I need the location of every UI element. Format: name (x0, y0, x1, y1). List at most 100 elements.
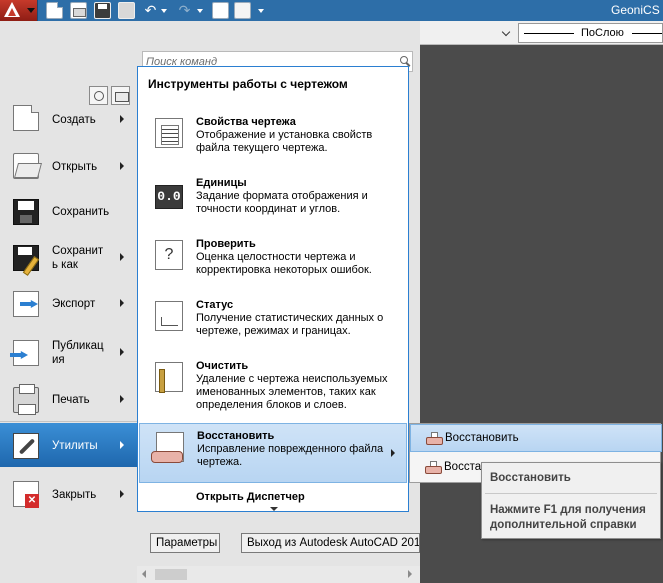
submenu-item-name: Проверить (196, 238, 256, 250)
menu-item-label: Закрыть (52, 489, 97, 501)
menu-item-label: Утилиты (52, 440, 98, 452)
purge-icon (155, 362, 183, 393)
customize-toolbar-dropdown-icon[interactable] (257, 2, 265, 19)
new-icon[interactable] (46, 2, 63, 19)
chevron-right-icon (120, 253, 124, 261)
export-icon (13, 291, 39, 317)
open-icon[interactable] (70, 2, 87, 19)
redo-dropdown-icon[interactable] (196, 2, 204, 19)
menu-item-label: Открыть (52, 161, 98, 173)
save-as-icon (13, 245, 39, 271)
recover-icon (425, 461, 442, 475)
tooltip-divider (485, 493, 657, 494)
tooltip-title: Восстановить (490, 472, 571, 484)
application-menu-button[interactable] (0, 0, 38, 21)
submenu-item-desc: Удаление с чертежа неиспользуемых именов… (196, 373, 388, 411)
submenu-item-name: Свойства чертежа (196, 116, 296, 128)
redo-icon[interactable]: ↷ (176, 2, 193, 19)
chevron-down-icon[interactable] (500, 26, 514, 40)
menu-item-save-as[interactable]: Сохранит ь как (0, 235, 137, 279)
submenu-item-name: Статус (196, 299, 234, 311)
chevron-right-icon (391, 449, 395, 457)
submenu-item-name: Очистить (196, 360, 249, 372)
quick-access-toolbar: ↶ ↷ GeoniCS 2 (0, 0, 663, 21)
flyout-item-recover[interactable]: Восстановить (410, 424, 662, 452)
wrench-icon (13, 433, 39, 459)
menu-item-label: Публикац ия (52, 340, 104, 366)
submenu-item-name: Единицы (196, 177, 247, 189)
menu-item-publish[interactable]: Публикац ия (0, 330, 137, 374)
utilities-submenu: Инструменты работы с чертежом Свойства ч… (137, 66, 409, 512)
submenu-item-status[interactable]: Статус Получение статистических данных о… (139, 293, 407, 353)
scroll-left-icon[interactable] (142, 570, 146, 578)
units-icon: 0.0 (155, 185, 183, 209)
menu-item-label: Создать (52, 114, 96, 126)
submenu-title: Инструменты работы с чертежом (148, 77, 348, 91)
menu-item-utilities[interactable]: Утилиты (0, 423, 137, 467)
open-folder-icon (13, 153, 39, 179)
menu-item-print[interactable]: Печать (0, 377, 137, 421)
scroll-right-icon[interactable] (408, 570, 412, 578)
submenu-item-desc: Задание формата отображения и точности к… (196, 190, 368, 215)
submenu-item-desc: Получение статистических данных о чертеж… (196, 312, 384, 337)
chevron-right-icon (120, 348, 124, 356)
undo-dropdown-icon[interactable] (160, 2, 168, 19)
save-disk-icon (13, 199, 39, 225)
tooltip: Восстановить Нажмите F1 для получения до… (481, 462, 661, 539)
options-button[interactable]: Параметры (150, 533, 220, 553)
flyout-item-label: Восстановить (445, 432, 519, 444)
horizontal-scrollbar[interactable] (137, 566, 420, 583)
submenu-item-desc: Оценка целостности чертежа и корректиров… (196, 251, 372, 276)
scroll-down-icon[interactable] (270, 507, 278, 511)
submenu-item-name: Восстановить (197, 430, 275, 442)
printer-icon (13, 384, 39, 415)
autocad-logo-icon (4, 2, 20, 17)
submenu-item-drawing-properties[interactable]: Свойства чертежа Отображение и установка… (139, 110, 407, 170)
submenu-item-desc: Исправление поврежденного файла чертежа. (197, 443, 384, 468)
status-icon (155, 301, 183, 331)
chevron-right-icon (120, 115, 124, 123)
menu-item-label: Экспорт (52, 298, 96, 310)
chevron-right-icon (120, 162, 124, 170)
submenu-item-purge[interactable]: Очистить Удаление с чертежа неиспользуем… (139, 354, 407, 420)
drawing-properties-icon (155, 118, 183, 148)
menu-item-label: Сохранить (52, 206, 110, 218)
recover-icon (426, 432, 443, 446)
submenu-item-units[interactable]: 0.0 Единицы Задание формата отображения … (139, 171, 407, 231)
submenu-item-recover[interactable]: Восстановить Исправление поврежденного ф… (139, 423, 407, 483)
menu-item-export[interactable]: Экспорт (0, 281, 137, 325)
chevron-down-icon (27, 8, 35, 13)
submenu-item-audit[interactable]: ? Проверить Оценка целостности чертежа и… (139, 232, 407, 292)
print-icon[interactable] (118, 2, 135, 19)
submenu-item-name: Открыть Диспетчер (196, 491, 305, 503)
menu-item-new[interactable]: Создать (0, 95, 137, 139)
menu-bottom-bar: Параметры Выход из Autodesk AutoCAD 201 (137, 520, 420, 564)
menu-item-close[interactable]: Закрыть (0, 471, 137, 515)
plot-preview-icon[interactable] (212, 2, 229, 19)
menu-item-save[interactable]: Сохранить (0, 189, 137, 233)
undo-icon[interactable]: ↶ (142, 2, 159, 19)
chevron-right-icon (120, 395, 124, 403)
audit-icon: ? (155, 240, 183, 270)
recover-icon (151, 432, 184, 463)
linetype-sample-right (632, 33, 662, 34)
scrollbar-thumb[interactable] (155, 569, 187, 580)
app-title: GeoniCS 2 (611, 3, 663, 17)
properties-icon[interactable] (234, 2, 251, 19)
linetype-sample-left (524, 33, 574, 34)
close-document-icon (13, 481, 39, 508)
new-document-icon (13, 105, 39, 131)
menu-item-open[interactable]: Открыть (0, 143, 137, 187)
linetype-dropdown[interactable]: ПоСлою (518, 23, 663, 43)
menu-item-label: Сохранит ь как (52, 245, 104, 271)
menu-divider (0, 421, 137, 422)
submenu-item-desc: Отображение и установка свойств файла те… (196, 129, 373, 154)
chevron-right-icon (120, 441, 124, 449)
menu-item-label: Печать (52, 394, 90, 406)
chevron-right-icon (120, 490, 124, 498)
properties-toolbar: ПоСлою (420, 21, 663, 45)
exit-button[interactable]: Выход из Autodesk AutoCAD 201 (241, 533, 420, 553)
publish-icon (13, 340, 39, 366)
tooltip-help: Нажмите F1 для получения дополнительной … (490, 504, 646, 531)
save-icon[interactable] (94, 2, 111, 19)
